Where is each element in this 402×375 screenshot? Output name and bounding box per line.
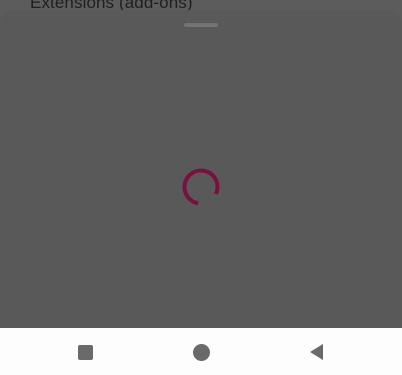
loading-spinner-icon [182, 168, 220, 206]
back-triangle-icon [310, 344, 323, 360]
recents-button[interactable] [73, 340, 97, 364]
sheet-drag-handle[interactable] [184, 23, 218, 27]
back-button[interactable] [305, 340, 329, 364]
bottom-sheet [0, 10, 402, 340]
screen: Extensions (add-ons) [0, 0, 402, 375]
system-navigation-bar [0, 328, 402, 375]
home-button[interactable] [189, 340, 213, 364]
recents-square-icon [77, 344, 93, 360]
home-circle-icon [192, 343, 210, 361]
